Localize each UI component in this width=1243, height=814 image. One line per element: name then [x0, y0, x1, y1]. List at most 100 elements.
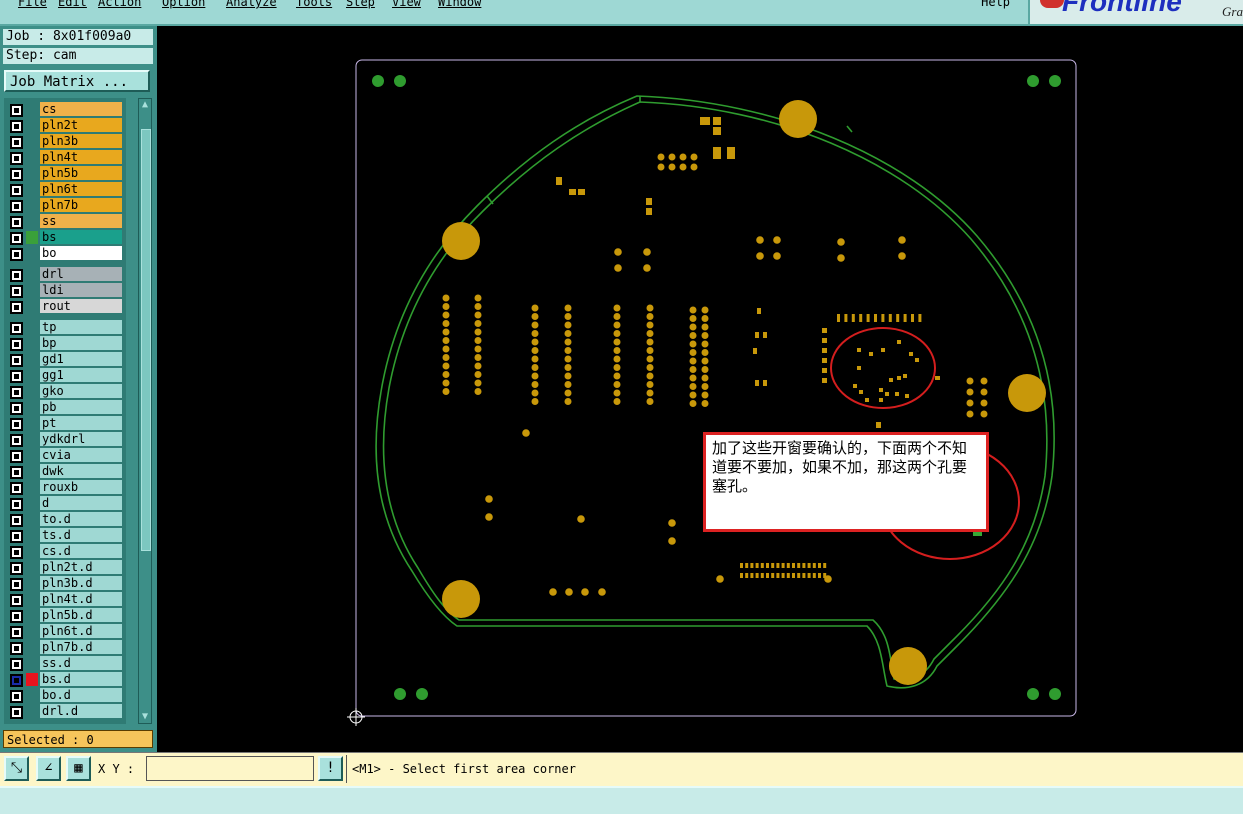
layer-row[interactable]: d: [4, 496, 126, 511]
scroll-thumb[interactable]: [141, 129, 151, 551]
layer-checkbox[interactable]: [10, 674, 23, 687]
layer-row[interactable]: pln2t.d: [4, 560, 126, 575]
layer-row[interactable]: pln4t.d: [4, 592, 126, 607]
layer-row[interactable]: pln3b: [4, 134, 126, 149]
layer-row[interactable]: ydkdrl: [4, 432, 126, 447]
layer-row[interactable]: pln2t: [4, 118, 126, 133]
layer-row[interactable]: drl.d: [4, 704, 126, 719]
layer-checkbox[interactable]: [10, 514, 23, 527]
layer-row[interactable]: pt: [4, 416, 126, 431]
menu-help[interactable]: Help: [981, 0, 1010, 9]
layer-checkbox[interactable]: [10, 482, 23, 495]
layer-checkbox[interactable]: [10, 232, 23, 245]
layer-checkbox[interactable]: [10, 168, 23, 181]
layer-row[interactable]: pln6t.d: [4, 624, 126, 639]
layer-row[interactable]: drl: [4, 267, 126, 282]
grid-snap-icon[interactable]: ▦: [66, 756, 91, 781]
layer-checkbox[interactable]: [10, 642, 23, 655]
layer-checkbox[interactable]: [10, 301, 23, 314]
scroll-up-icon[interactable]: ▲: [140, 100, 150, 110]
layer-row[interactable]: gg1: [4, 368, 126, 383]
layer-checkbox[interactable]: [10, 578, 23, 591]
layer-checkbox[interactable]: [10, 658, 23, 671]
layer-row[interactable]: bp: [4, 336, 126, 351]
layer-checkbox[interactable]: [10, 184, 23, 197]
menu-file[interactable]: File: [18, 0, 47, 9]
menu-window[interactable]: Window: [438, 0, 481, 9]
layer-checkbox[interactable]: [10, 466, 23, 479]
layer-checkbox[interactable]: [10, 370, 23, 383]
job-matrix-button[interactable]: Job Matrix ...: [4, 70, 150, 92]
layer-checkbox[interactable]: [10, 562, 23, 575]
layer-checkbox[interactable]: [10, 434, 23, 447]
menu-edit[interactable]: Edit: [58, 0, 87, 9]
layer-row[interactable]: pln7b.d: [4, 640, 126, 655]
layer-row[interactable]: pln5b.d: [4, 608, 126, 623]
layer-row[interactable]: pln7b: [4, 198, 126, 213]
measure-icon[interactable]: ∠: [36, 756, 61, 781]
layer-checkbox[interactable]: [10, 626, 23, 639]
layer-row[interactable]: bs: [4, 230, 126, 245]
layer-checkbox[interactable]: [10, 386, 23, 399]
layer-row[interactable]: pln3b.d: [4, 576, 126, 591]
layer-row[interactable]: pln4t: [4, 150, 126, 165]
layer-row[interactable]: pln5b: [4, 166, 126, 181]
layer-checkbox[interactable]: [10, 338, 23, 351]
layer-checkbox[interactable]: [10, 498, 23, 511]
layer-checkbox[interactable]: [10, 418, 23, 431]
layer-checkbox[interactable]: [10, 136, 23, 149]
pcb-board-view[interactable]: [157, 26, 1243, 752]
menu-view[interactable]: View: [392, 0, 421, 9]
menu-analyze[interactable]: Analyze: [226, 0, 277, 9]
menu-tools[interactable]: Tools: [296, 0, 332, 9]
layer-checkbox[interactable]: [10, 285, 23, 298]
layer-scrollbar[interactable]: ▲ ▼: [138, 98, 152, 724]
layer-row[interactable]: rouxb: [4, 480, 126, 495]
zoom-area-icon[interactable]: ⤡: [4, 756, 29, 781]
layer-row[interactable]: ldi: [4, 283, 126, 298]
scroll-down-icon[interactable]: ▼: [140, 712, 150, 722]
layer-checkbox[interactable]: [10, 216, 23, 229]
graphics-canvas[interactable]: 加了这些开窗要确认的，下面两个不知道要不要加，如果不加，那这两个孔要塞孔。: [157, 26, 1243, 752]
layer-row[interactable]: cs.d: [4, 544, 126, 559]
layer-checkbox[interactable]: [10, 120, 23, 133]
layer-checkbox[interactable]: [10, 610, 23, 623]
menu-option[interactable]: Option: [162, 0, 205, 9]
layer-checkbox[interactable]: [10, 269, 23, 282]
layer-checkbox[interactable]: [10, 450, 23, 463]
layer-row[interactable]: bo: [4, 246, 126, 261]
layer-row[interactable]: bs.d: [4, 672, 126, 687]
layer-row[interactable]: ss: [4, 214, 126, 229]
layer-checkbox[interactable]: [10, 248, 23, 261]
layer-checkbox[interactable]: [10, 152, 23, 165]
layer-checkbox[interactable]: [10, 706, 23, 719]
layer-checkbox[interactable]: [10, 530, 23, 543]
layer-checkbox[interactable]: [10, 690, 23, 703]
layer-row[interactable]: rout: [4, 299, 126, 314]
pad: [792, 573, 795, 578]
layer-checkbox[interactable]: [10, 546, 23, 559]
layer-row[interactable]: ss.d: [4, 656, 126, 671]
layer-row[interactable]: pln6t: [4, 182, 126, 197]
layer-checkbox[interactable]: [10, 104, 23, 117]
layer-row[interactable]: ts.d: [4, 528, 126, 543]
layer-row[interactable]: gko: [4, 384, 126, 399]
layer-checkbox[interactable]: [10, 322, 23, 335]
xy-input[interactable]: [146, 756, 314, 781]
layer-row[interactable]: bo.d: [4, 688, 126, 703]
menu-step[interactable]: Step: [346, 0, 375, 9]
exclaim-button[interactable]: !: [318, 756, 343, 781]
layer-row[interactable]: tp: [4, 320, 126, 335]
layer-checkbox[interactable]: [10, 200, 23, 213]
layer-row[interactable]: cvia: [4, 448, 126, 463]
layer-row[interactable]: to.d: [4, 512, 126, 527]
layer-checkbox[interactable]: [10, 402, 23, 415]
layer-checkbox[interactable]: [10, 594, 23, 607]
pad: [866, 314, 870, 322]
layer-row[interactable]: pb: [4, 400, 126, 415]
menu-action[interactable]: Action: [98, 0, 141, 9]
layer-row[interactable]: cs: [4, 102, 126, 117]
layer-row[interactable]: dwk: [4, 464, 126, 479]
layer-checkbox[interactable]: [10, 354, 23, 367]
layer-row[interactable]: gd1: [4, 352, 126, 367]
